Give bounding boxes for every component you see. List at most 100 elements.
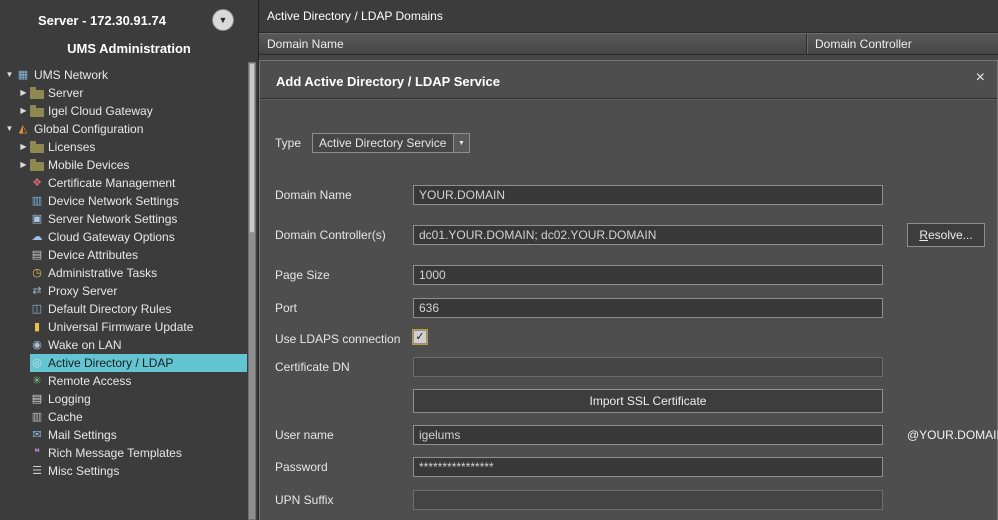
tree-item-label: Rich Message Templates [48,444,182,462]
tree-item-label: Device Attributes [48,246,138,264]
tree-item-label: UMS Network [34,66,108,84]
resolve-button[interactable]: Resolve... [907,223,985,247]
type-dropdown-value: Active Directory Service [313,136,453,150]
sidebar-item-device-network-settings[interactable]: ▥ Device Network Settings [0,192,247,210]
checkmark-icon: ✓ [415,332,424,343]
certificate-dn-input[interactable] [413,357,883,377]
column-header-domain-name[interactable]: Domain Name [259,34,807,54]
ldaps-checkbox[interactable]: ✓ [413,330,427,344]
chevron-right-icon[interactable]: ▶ [17,84,30,102]
type-dropdown[interactable]: Active Directory Service ▼ [312,133,470,153]
user-name-input[interactable] [413,425,883,445]
certificate-dn-row: Certificate DN [260,357,997,377]
sidebar-item-cache[interactable]: ▥ Cache [0,408,247,426]
column-header-domain-controller[interactable]: Domain Controller [807,34,998,54]
sidebar-item-server[interactable]: ▶Server [0,84,247,102]
sidebar-item-active-directory-ldap[interactable]: ◎ Active Directory / LDAP [0,354,247,372]
sidebar-item-remote-access[interactable]: ✳ Remote Access [0,372,247,390]
sidebar-item-global-configuration[interactable]: ▼◭Global Configuration [0,120,247,138]
misc-icon: ☰ [30,465,44,478]
certificate-icon: ❖ [30,177,44,190]
chevron-down-icon[interactable]: ▼ [3,120,16,138]
sidebar-item-wake-on-lan[interactable]: ◉Wake on LAN [0,336,247,354]
password-row: Password [260,457,997,477]
tree-item-label: Active Directory / LDAP [48,354,173,372]
domain-suffix-label: @YOUR.DOMAIN [907,428,998,442]
chevron-right-icon[interactable]: ▶ [17,102,30,120]
remote-icon: ✳ [30,375,44,388]
domain-controllers-input[interactable] [413,225,883,245]
port-input[interactable] [413,298,883,318]
main-panel: Active Directory / LDAP Domains Domain N… [259,0,998,520]
sidebar-item-logging[interactable]: ▤Logging [0,390,247,408]
sidebar-item-device-attributes[interactable]: ▤Device Attributes [0,246,247,264]
sidebar-tree: ▼▦UMS Network▶Server▶Igel Cloud Gateway▼… [0,66,247,520]
sidebar-item-universal-firmware-update[interactable]: ▮ Universal Firmware Update [0,318,247,336]
tree-item-label: Device Network Settings [48,192,179,210]
sidebar-item-mobile-devices[interactable]: ▶ Mobile Devices [0,156,247,174]
sidebar-item-server-network-settings[interactable]: ▣Server Network Settings [0,210,247,228]
domain-controllers-row: Domain Controller(s) Resolve... [260,225,997,245]
chevron-right-icon[interactable]: ▶ [17,156,30,174]
rules-icon: ◫ [30,303,44,316]
user-name-row: User name @YOUR.DOMAIN [260,425,997,445]
folder-icon [30,90,44,99]
global-config-icon: ◭ [16,123,30,136]
server-title: Server - 172.30.91.74 [38,13,166,28]
device-network-icon: ▥ [30,195,44,208]
domain-name-row: Domain Name [260,185,997,205]
sidebar-item-cloud-gateway-options[interactable]: ☁Cloud Gateway Options [0,228,247,246]
chevron-down-icon[interactable]: ▼ [3,66,16,84]
sidebar-item-licenses[interactable]: ▶Licenses [0,138,247,156]
sidebar-item-rich-message-templates[interactable]: ❝Rich Message Templates [0,444,247,462]
tree-item-label: Universal Firmware Update [48,318,193,336]
add-ldap-service-dialog: Add Active Directory / LDAP Service × Ty… [259,60,998,520]
firmware-icon: ▮ [30,321,44,334]
logging-icon: ▤ [30,393,44,406]
scrollbar-thumb[interactable] [249,63,255,233]
ad-icon: ◎ [30,357,44,370]
chevron-right-icon[interactable]: ▶ [17,138,30,156]
tree-item-label: Administrative Tasks [48,264,157,282]
dialog-separator [260,98,997,100]
tree-item-label: Mobile Devices [48,156,129,174]
dialog-title: Add Active Directory / LDAP Service [276,74,500,89]
password-label: Password [275,460,328,474]
tree-item-label: Remote Access [48,372,131,390]
sidebar-item-default-directory-rules[interactable]: ◫ Default Directory Rules [0,300,247,318]
type-label: Type [275,136,301,150]
sidebar-item-administrative-tasks[interactable]: ◷ Administrative Tasks [0,264,247,282]
sidebar-item-mail-settings[interactable]: ✉Mail Settings [0,426,247,444]
server-network-icon: ▣ [30,213,44,226]
upn-suffix-label: UPN Suffix [275,493,333,507]
sidebar: Server - 172.30.91.74 ▼ UMS Administrati… [0,0,259,520]
domain-controllers-label: Domain Controller(s) [275,228,386,242]
tree-item-label: Default Directory Rules [48,300,171,318]
close-icon[interactable]: × [976,70,985,86]
domain-name-label: Domain Name [275,188,352,202]
network-icon: ▦ [16,69,30,82]
sidebar-item-ums-network[interactable]: ▼▦ UMS Network [0,66,247,84]
tree-item-label: Cloud Gateway Options [48,228,175,246]
domain-name-input[interactable] [413,185,883,205]
tree-item-label: Misc Settings [48,462,119,480]
sidebar-item-proxy-server[interactable]: ⇄Proxy Server [0,282,247,300]
folder-icon [30,144,44,153]
sidebar-item-certificate-management[interactable]: ❖Certificate Management [0,174,247,192]
password-input[interactable] [413,457,883,477]
tree-item-label: Igel Cloud Gateway [48,102,153,120]
sidebar-item-igel-cloud-gateway[interactable]: ▶ Igel Cloud Gateway [0,102,247,120]
sidebar-item-misc-settings[interactable]: ☰ Misc Settings [0,462,247,480]
tree-item-label: Cache [48,408,83,426]
sidebar-scrollbar[interactable] [248,62,256,520]
upn-suffix-input[interactable] [413,490,883,510]
cache-icon: ▥ [30,411,44,424]
clock-icon: ◷ [30,267,44,280]
resolve-button-label: Resolve... [908,228,984,242]
page-size-input[interactable] [413,265,883,285]
user-name-label: User name [275,428,334,442]
import-ssl-certificate-button[interactable]: Import SSL Certificate [413,389,883,413]
chevron-down-icon: ▼ [219,16,228,25]
folder-icon [30,108,44,117]
server-dropdown-button[interactable]: ▼ [212,9,234,31]
